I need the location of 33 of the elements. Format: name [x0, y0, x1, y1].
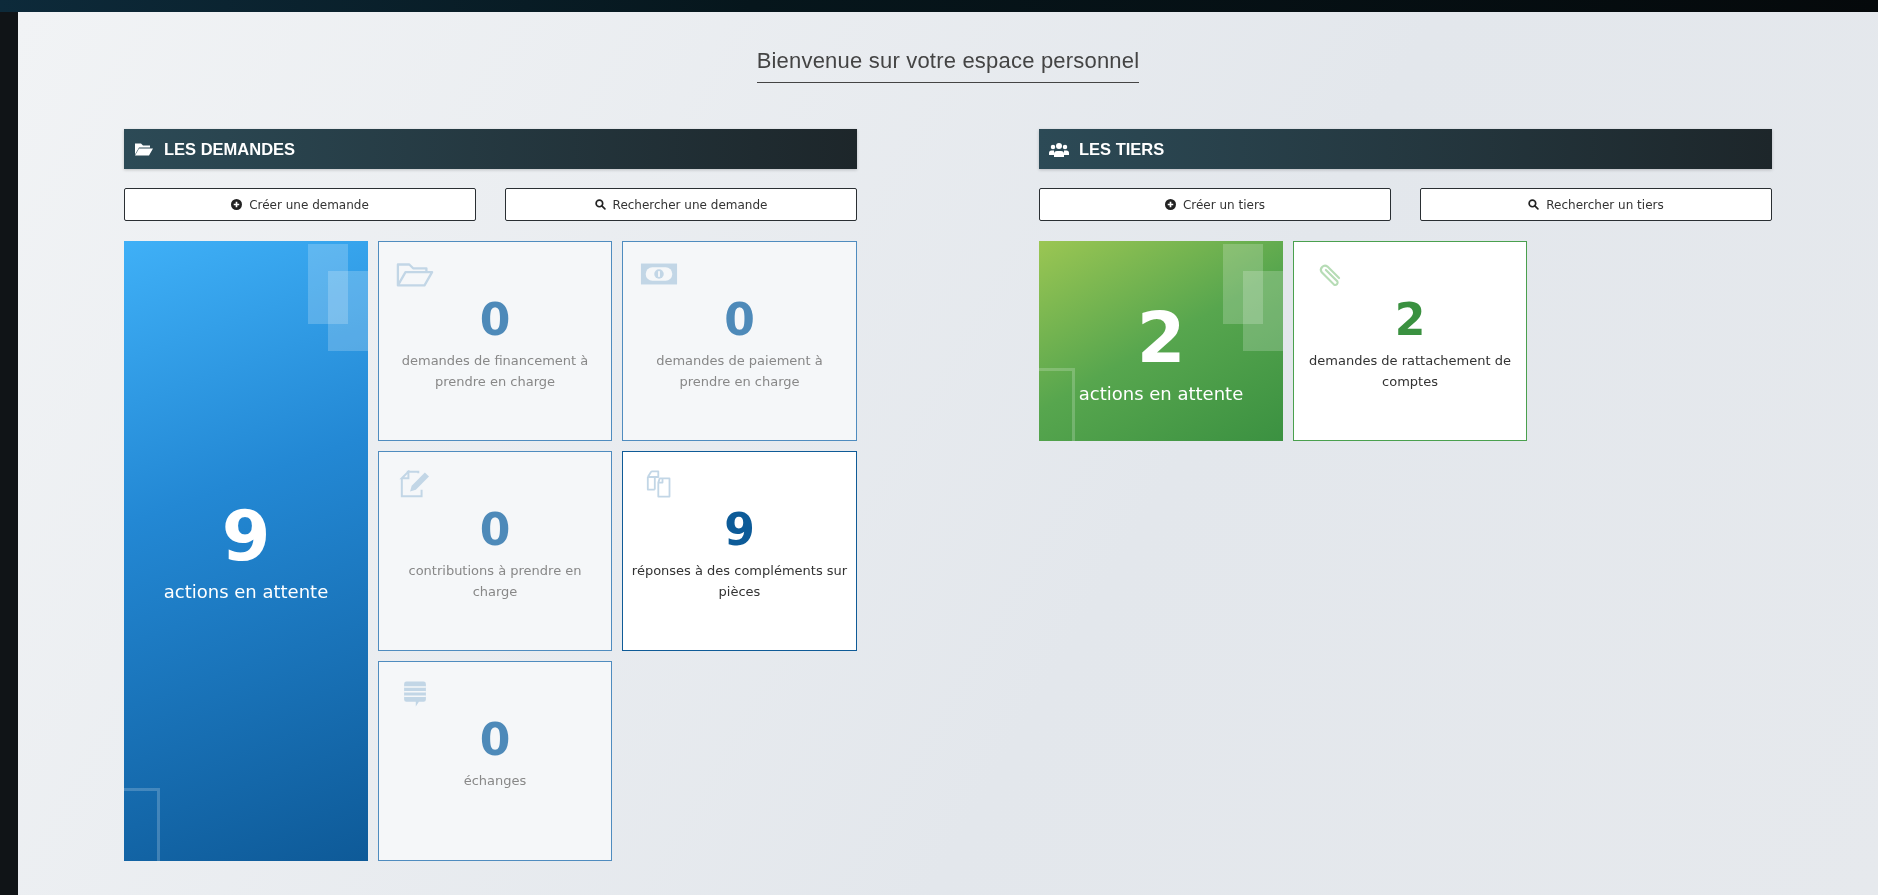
folder-icon [396, 260, 434, 288]
search-icon [594, 199, 606, 210]
tile-label: demandes de rattachement de comptes [1308, 352, 1512, 392]
welcome-title: Bienvenue sur votre espace personnel [756, 48, 1140, 83]
summary-tile[interactable]: 9 actions en attente [124, 241, 368, 861]
users-icon [1049, 141, 1069, 157]
search-button[interactable]: Rechercher un tiers [1420, 188, 1772, 221]
stat-tile[interactable]: 9 réponses à des compléments sur pièces [622, 451, 857, 651]
tile-count: 0 [479, 506, 511, 555]
summary-count: 2 [1136, 302, 1186, 373]
tile-label: demandes de financement à prendre en charge [400, 352, 590, 392]
create-button[interactable]: Créer un tiers [1039, 188, 1391, 221]
search-icon [1528, 199, 1540, 210]
tile-count: 9 [724, 506, 755, 555]
tile-label: contributions à prendre en charge [407, 562, 583, 602]
create-button[interactable]: Créer une demande [124, 188, 476, 221]
tile-label: échanges [463, 772, 527, 791]
plus-circle-icon [1164, 199, 1176, 210]
section-title: LES DEMANDES [164, 139, 296, 159]
summary-label: actions en attente [1078, 382, 1244, 404]
tile-count: 0 [724, 296, 755, 345]
tile-label: réponses à des compléments sur pièces [631, 562, 848, 602]
section-title: LES TIERS [1079, 139, 1165, 159]
stat-tile[interactable]: 2 demandes de rattachement de comptes [1293, 241, 1527, 441]
tile-label: demandes de paiement à prendre en charge [655, 352, 824, 392]
search-button[interactable]: Rechercher une demande [505, 188, 857, 221]
summary-count: 9 [221, 500, 271, 571]
tile-count: 0 [479, 716, 511, 765]
tile-count: 2 [1394, 296, 1426, 345]
plus-circle-icon [231, 199, 243, 210]
folder-icon [134, 141, 154, 157]
summary-label: actions en attente [163, 580, 329, 602]
tile-count: 0 [479, 296, 511, 345]
